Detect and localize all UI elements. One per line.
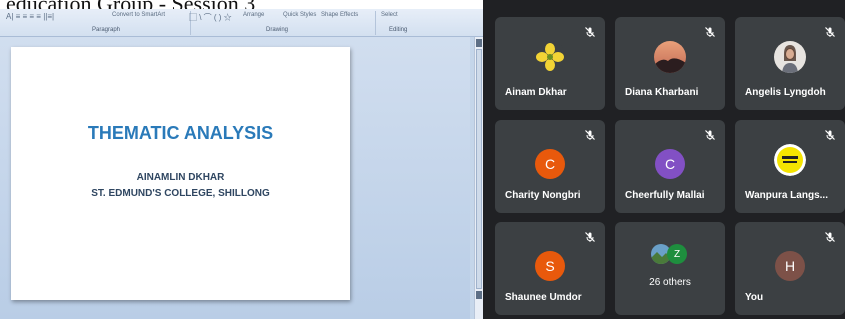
participant-name: Angelis Lyngdoh [745,87,826,98]
scroll-thumb[interactable] [476,49,482,289]
participant-tile[interactable]: C Cheerfully Mallai [615,120,725,213]
slide[interactable]: THEMATIC ANALYSIS AINAMLIN DKHAR ST. EDM… [11,47,350,300]
others-count-label: 26 others [649,277,691,288]
sunset-silhouette-icon [654,41,686,73]
scroll-down-icon[interactable] [476,291,482,299]
avatar: C [535,149,565,179]
quick-styles-button[interactable]: Quick Styles [283,12,316,18]
ribbon-separator [190,11,191,35]
scroll-up-icon[interactable] [476,39,482,47]
convert-smartart-button[interactable]: Convert to SmartArt [112,12,165,18]
group-paragraph-label: Paragraph [92,27,121,33]
participant-tile[interactable]: Ainam Dkhar [495,17,605,110]
participant-tile[interactable]: H You [735,222,845,315]
shape-effects-button[interactable]: Shape Effects [321,12,358,18]
slide-institution: ST. EDMUND'S COLLEGE, SHILLONG [91,188,270,199]
meet-participant-panel: Ainam Dkhar Diana Kharbani Angelis Lyngdoh… [483,0,845,319]
mic-off-icon [584,128,596,140]
yellow-flower-icon [534,41,566,73]
participant-tile[interactable]: C Charity Nongbri [495,120,605,213]
participant-tile[interactable]: S Shaunee Umdor [495,222,605,315]
paragraph-align-icons[interactable]: A| ≡ ≡ ≡ ≡ ||≡| [6,12,54,21]
mic-off-icon [704,128,716,140]
vertical-scrollbar[interactable] [474,37,483,319]
mic-off-icon [824,230,836,242]
participant-name: You [745,292,764,303]
avatar: H [775,251,805,281]
avatar: C [655,149,685,179]
slide-title: THEMATIC ANALYSIS [87,123,274,143]
participant-name: Charity Nongbri [505,190,581,201]
shapes-gallery[interactable]: ⃞ \ ⌒ ( ) ☆ [197,12,232,23]
participant-name: Shaunee Umdor [505,292,582,303]
participant-tile[interactable]: Wanpura Langs... [735,120,845,213]
group-editing-label: Editing [389,27,408,33]
others-avatars: Z [651,244,691,266]
select-button[interactable]: Select [381,12,398,18]
avatar: Z [667,244,687,264]
mic-off-icon [584,230,596,242]
mic-off-icon [824,128,836,140]
mic-off-icon [824,25,836,37]
powerpoint-window: A| ≡ ≡ ≡ ≡ ||≡| Convert to SmartArt ⃞ \ … [0,9,483,319]
slide-canvas: THEMATIC ANALYSIS AINAMLIN DKHAR ST. EDM… [0,37,470,319]
person-photo-icon [774,41,806,73]
ribbon: A| ≡ ≡ ≡ ≡ ||≡| Convert to SmartArt ⃞ \ … [0,9,483,37]
participant-name: Wanpura Langs... [745,190,828,201]
ribbon-separator [375,11,376,35]
participant-tile[interactable]: Diana Kharbani [615,17,725,110]
avatar: S [535,251,565,281]
mic-off-icon [584,25,596,37]
mic-off-icon [704,25,716,37]
yellow-logo-icon [774,144,806,176]
participant-name: Cheerfully Mallai [625,190,705,201]
slide-author: AINAMLIN DKHAR [136,172,225,183]
group-drawing-label: Drawing [266,27,289,33]
participant-name: Diana Kharbani [625,87,699,98]
participant-tile[interactable]: Angelis Lyngdoh [735,17,845,110]
arrange-button[interactable]: Arrange [243,12,264,18]
others-tile[interactable]: Z 26 others [615,222,725,315]
participant-name: Ainam Dkhar [505,87,567,98]
